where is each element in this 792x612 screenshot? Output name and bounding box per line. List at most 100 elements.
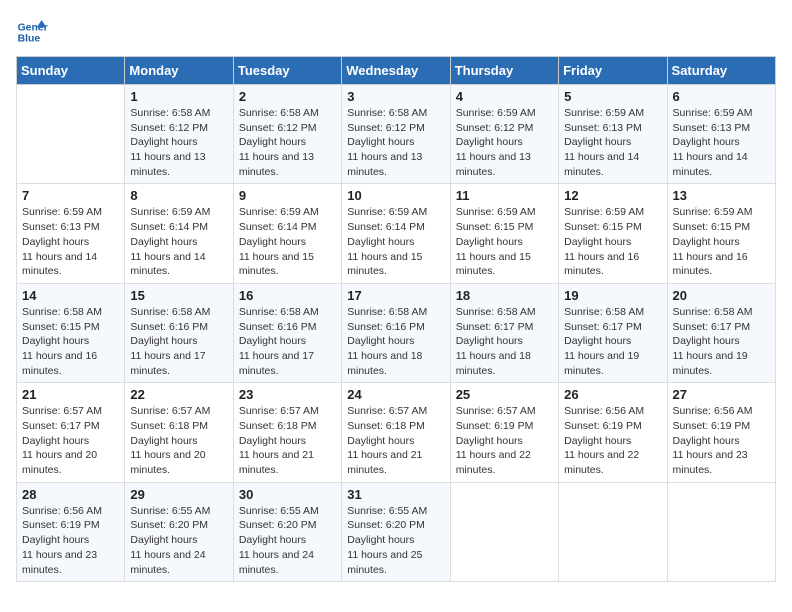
logo: General Blue — [16, 16, 52, 48]
day-number: 13 — [673, 188, 770, 203]
day-info: Sunrise: 6:55 AMSunset: 6:20 PMDaylight … — [347, 504, 444, 577]
calendar-cell: 14 Sunrise: 6:58 AMSunset: 6:15 PMDayligh… — [17, 283, 125, 382]
day-number: 30 — [239, 487, 336, 502]
calendar-cell: 26 Sunrise: 6:56 AMSunset: 6:19 PMDayligh… — [559, 383, 667, 482]
day-number: 26 — [564, 387, 661, 402]
calendar-cell: 19 Sunrise: 6:58 AMSunset: 6:17 PMDayligh… — [559, 283, 667, 382]
calendar-cell: 28 Sunrise: 6:56 AMSunset: 6:19 PMDayligh… — [17, 482, 125, 581]
day-info: Sunrise: 6:59 AMSunset: 6:14 PMDaylight … — [347, 205, 444, 278]
calendar-cell: 2 Sunrise: 6:58 AMSunset: 6:12 PMDaylight… — [233, 85, 341, 184]
page-header: General Blue — [16, 16, 776, 48]
day-number: 24 — [347, 387, 444, 402]
day-number: 5 — [564, 89, 661, 104]
day-number: 27 — [673, 387, 770, 402]
day-info: Sunrise: 6:57 AMSunset: 6:18 PMDaylight … — [130, 404, 227, 477]
column-header-sunday: Sunday — [17, 57, 125, 85]
calendar-week-1: 1 Sunrise: 6:58 AMSunset: 6:12 PMDaylight… — [17, 85, 776, 184]
calendar-cell: 10 Sunrise: 6:59 AMSunset: 6:14 PMDayligh… — [342, 184, 450, 283]
day-number: 7 — [22, 188, 119, 203]
day-info: Sunrise: 6:59 AMSunset: 6:14 PMDaylight … — [130, 205, 227, 278]
calendar-cell: 23Sunrise: 6:57 AMSunset: 6:18 PMDayligh… — [233, 383, 341, 482]
calendar-week-4: 21 Sunrise: 6:57 AMSunset: 6:17 PMDayligh… — [17, 383, 776, 482]
day-info: Sunrise: 6:58 AMSunset: 6:15 PMDaylight … — [22, 305, 119, 378]
day-info: Sunrise: 6:58 AMSunset: 6:16 PMDaylight … — [239, 305, 336, 378]
calendar-cell: 24 Sunrise: 6:57 AMSunset: 6:18 PMDayligh… — [342, 383, 450, 482]
day-info: Sunrise: 6:59 AMSunset: 6:13 PMDaylight … — [22, 205, 119, 278]
calendar-cell: 21 Sunrise: 6:57 AMSunset: 6:17 PMDayligh… — [17, 383, 125, 482]
calendar-cell: 11 Sunrise: 6:59 AMSunset: 6:15 PMDayligh… — [450, 184, 558, 283]
day-info: Sunrise: 6:59 AMSunset: 6:15 PMDaylight … — [673, 205, 770, 278]
day-number: 14 — [22, 288, 119, 303]
day-number: 22 — [130, 387, 227, 402]
calendar-week-3: 14 Sunrise: 6:58 AMSunset: 6:15 PMDayligh… — [17, 283, 776, 382]
column-header-monday: Monday — [125, 57, 233, 85]
calendar-cell: 6 Sunrise: 6:59 AMSunset: 6:13 PMDaylight… — [667, 85, 775, 184]
calendar-cell: 3Sunrise: 6:58 AMSunset: 6:12 PMDaylight… — [342, 85, 450, 184]
day-number: 2 — [239, 89, 336, 104]
calendar-cell: 20 Sunrise: 6:58 AMSunset: 6:17 PMDayligh… — [667, 283, 775, 382]
day-info: Sunrise: 6:58 AMSunset: 6:17 PMDaylight … — [456, 305, 553, 378]
day-number: 20 — [673, 288, 770, 303]
calendar-week-2: 7 Sunrise: 6:59 AMSunset: 6:13 PMDaylight… — [17, 184, 776, 283]
calendar-cell: 25 Sunrise: 6:57 AMSunset: 6:19 PMDayligh… — [450, 383, 558, 482]
day-info: Sunrise: 6:59 AMSunset: 6:13 PMDaylight … — [673, 106, 770, 179]
column-header-wednesday: Wednesday — [342, 57, 450, 85]
calendar-cell: 1 Sunrise: 6:58 AMSunset: 6:12 PMDaylight… — [125, 85, 233, 184]
calendar-cell: 17Sunrise: 6:58 AMSunset: 6:16 PMDayligh… — [342, 283, 450, 382]
calendar-cell: 16 Sunrise: 6:58 AMSunset: 6:16 PMDayligh… — [233, 283, 341, 382]
day-info: Sunrise: 6:59 AMSunset: 6:12 PMDaylight … — [456, 106, 553, 179]
day-info: Sunrise: 6:55 AMSunset: 6:20 PMDaylight … — [130, 504, 227, 577]
day-info: Sunrise: 6:58 AMSunset: 6:16 PMDaylight … — [130, 305, 227, 378]
day-number: 10 — [347, 188, 444, 203]
day-number: 4 — [456, 89, 553, 104]
day-number: 16 — [239, 288, 336, 303]
day-number: 15 — [130, 288, 227, 303]
day-number: 25 — [456, 387, 553, 402]
svg-text:Blue: Blue — [18, 34, 41, 45]
calendar-cell: 30Sunrise: 6:55 AMSunset: 6:20 PMDayligh… — [233, 482, 341, 581]
day-info: Sunrise: 6:57 AMSunset: 6:19 PMDaylight … — [456, 404, 553, 477]
calendar-cell: 15 Sunrise: 6:58 AMSunset: 6:16 PMDayligh… — [125, 283, 233, 382]
calendar-cell — [667, 482, 775, 581]
day-number: 28 — [22, 487, 119, 502]
calendar-header-row: SundayMondayTuesdayWednesdayThursdayFrid… — [17, 57, 776, 85]
calendar-cell — [450, 482, 558, 581]
day-info: Sunrise: 6:59 AMSunset: 6:15 PMDaylight … — [456, 205, 553, 278]
calendar-cell: 22 Sunrise: 6:57 AMSunset: 6:18 PMDayligh… — [125, 383, 233, 482]
day-info: Sunrise: 6:56 AMSunset: 6:19 PMDaylight … — [22, 504, 119, 577]
day-number: 31 — [347, 487, 444, 502]
day-info: Sunrise: 6:56 AMSunset: 6:19 PMDaylight … — [564, 404, 661, 477]
calendar-cell: 27 Sunrise: 6:56 AMSunset: 6:19 PMDayligh… — [667, 383, 775, 482]
logo-icon: General Blue — [16, 16, 48, 48]
day-number: 23 — [239, 387, 336, 402]
day-info: Sunrise: 6:58 AMSunset: 6:12 PMDaylight … — [239, 106, 336, 179]
calendar-cell — [559, 482, 667, 581]
column-header-thursday: Thursday — [450, 57, 558, 85]
day-number: 19 — [564, 288, 661, 303]
column-header-friday: Friday — [559, 57, 667, 85]
day-info: Sunrise: 6:57 AMSunset: 6:17 PMDaylight … — [22, 404, 119, 477]
day-number: 11 — [456, 188, 553, 203]
calendar-week-5: 28 Sunrise: 6:56 AMSunset: 6:19 PMDayligh… — [17, 482, 776, 581]
day-number: 18 — [456, 288, 553, 303]
day-info: Sunrise: 6:58 AMSunset: 6:17 PMDaylight … — [673, 305, 770, 378]
calendar-cell: 31 Sunrise: 6:55 AMSunset: 6:20 PMDayligh… — [342, 482, 450, 581]
calendar-cell: 5Sunrise: 6:59 AMSunset: 6:13 PMDaylight… — [559, 85, 667, 184]
day-info: Sunrise: 6:57 AMSunset: 6:18 PMDaylight … — [347, 404, 444, 477]
day-info: Sunrise: 6:56 AMSunset: 6:19 PMDaylight … — [673, 404, 770, 477]
calendar-cell: 12 Sunrise: 6:59 AMSunset: 6:15 PMDayligh… — [559, 184, 667, 283]
calendar-cell: 18 Sunrise: 6:58 AMSunset: 6:17 PMDayligh… — [450, 283, 558, 382]
calendar-cell: 7 Sunrise: 6:59 AMSunset: 6:13 PMDaylight… — [17, 184, 125, 283]
day-number: 6 — [673, 89, 770, 104]
day-number: 1 — [130, 89, 227, 104]
day-number: 21 — [22, 387, 119, 402]
day-info: Sunrise: 6:58 AMSunset: 6:17 PMDaylight … — [564, 305, 661, 378]
day-number: 12 — [564, 188, 661, 203]
calendar-cell: 4 Sunrise: 6:59 AMSunset: 6:12 PMDaylight… — [450, 85, 558, 184]
calendar-table: SundayMondayTuesdayWednesdayThursdayFrid… — [16, 56, 776, 582]
calendar-cell: 29Sunrise: 6:55 AMSunset: 6:20 PMDayligh… — [125, 482, 233, 581]
day-info: Sunrise: 6:58 AMSunset: 6:16 PMDaylight … — [347, 305, 444, 378]
day-info: Sunrise: 6:58 AMSunset: 6:12 PMDaylight … — [130, 106, 227, 179]
day-info: Sunrise: 6:59 AMSunset: 6:14 PMDaylight … — [239, 205, 336, 278]
day-info: Sunrise: 6:59 AMSunset: 6:15 PMDaylight … — [564, 205, 661, 278]
